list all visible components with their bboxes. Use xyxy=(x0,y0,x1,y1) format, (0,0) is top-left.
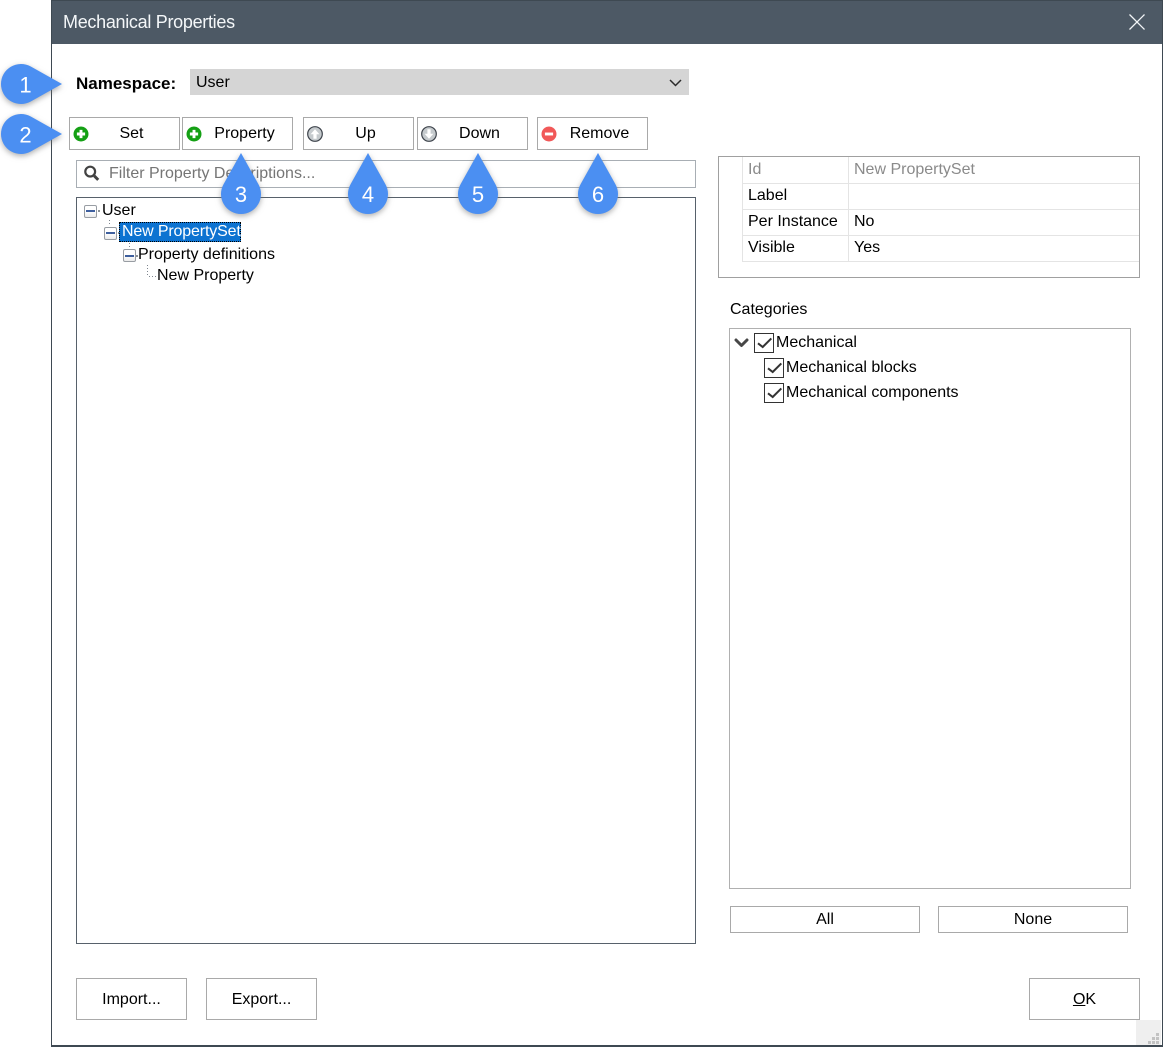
svg-text:1: 1 xyxy=(19,73,31,98)
svg-text:3: 3 xyxy=(235,182,247,207)
svg-text:6: 6 xyxy=(592,182,604,207)
svg-text:2: 2 xyxy=(19,123,31,148)
svg-text:5: 5 xyxy=(472,182,484,207)
svg-text:4: 4 xyxy=(362,182,374,207)
